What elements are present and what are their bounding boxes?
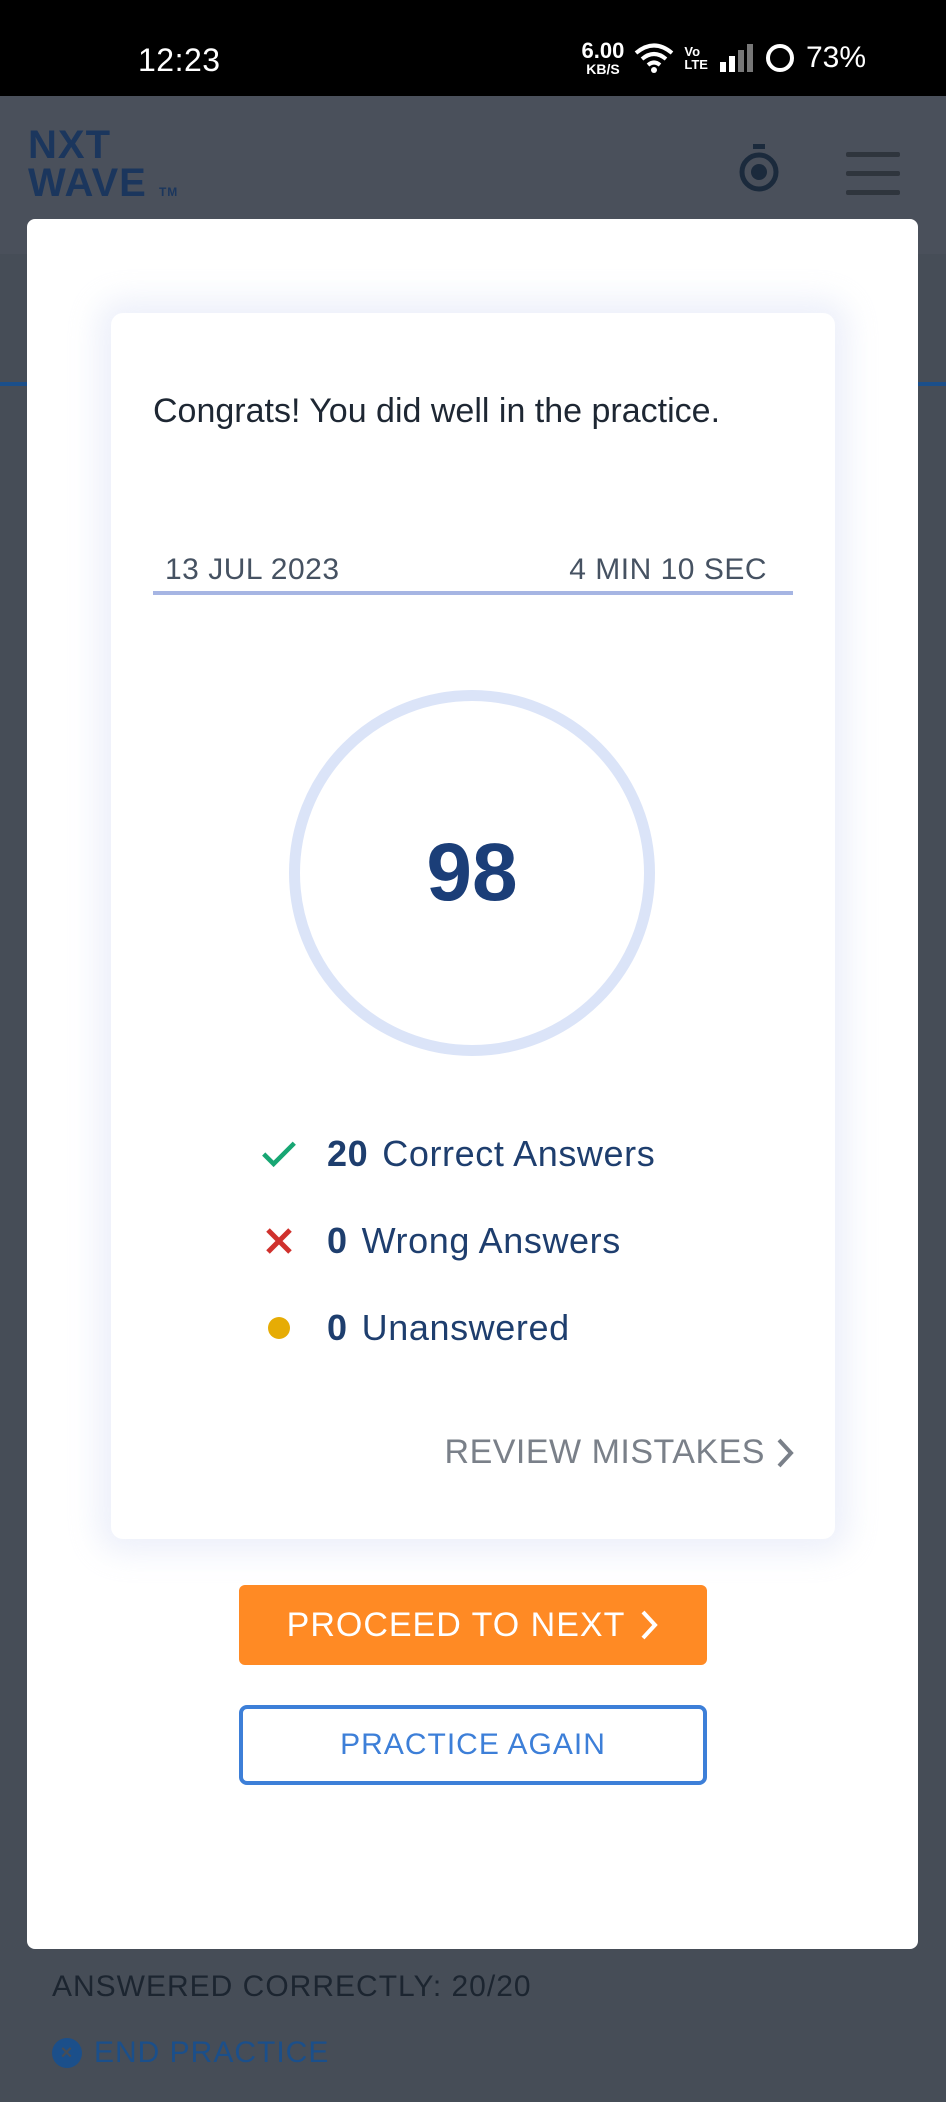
- stopwatch-icon[interactable]: [738, 144, 780, 192]
- practice-again-label: PRACTICE AGAIN: [340, 1728, 606, 1761]
- signal-icon: [719, 44, 753, 72]
- correct-count: 20: [327, 1133, 369, 1174]
- result-meta: 13 JUL 2023 4 MIN 10 SEC: [153, 553, 793, 595]
- review-mistakes-link[interactable]: REVIEW MISTAKES: [445, 1433, 795, 1472]
- end-practice-label: END PRACTICE: [94, 2036, 330, 2069]
- result-card: Congrats! You did well in the practice. …: [111, 313, 835, 1539]
- proceed-label: PROCEED TO NEXT: [286, 1605, 626, 1644]
- review-mistakes-label: REVIEW MISTAKES: [444, 1433, 765, 1471]
- practice-date: 13 JUL 2023: [165, 553, 340, 586]
- network-speed: 6.00 KB/S: [581, 38, 625, 77]
- score-ring: 98: [289, 690, 655, 1056]
- result-modal: Congrats! You did well in the practice. …: [27, 219, 918, 1949]
- correct-answers-stat: 20 Correct Answers: [261, 1133, 655, 1175]
- nxtwave-logo: NXT WAVE TM: [28, 123, 179, 205]
- battery-ring-icon: [765, 44, 794, 72]
- volte-indicator: Vo LTE: [684, 45, 708, 71]
- network-speed-value: 6.00: [581, 38, 625, 63]
- cross-icon: [261, 1223, 297, 1259]
- status-bar: 12:23 6.00 KB/S Vo LTE 73%: [0, 0, 946, 96]
- volte-bottom: LTE: [684, 57, 708, 72]
- correct-label: Correct Answers: [382, 1133, 656, 1174]
- wrong-count: 0: [327, 1220, 348, 1261]
- status-icons: 6.00 KB/S Vo LTE 73%: [581, 38, 866, 77]
- score-value: 98: [426, 827, 518, 918]
- status-time: 12:23: [138, 42, 221, 78]
- checkmark-icon: [261, 1136, 297, 1172]
- wrong-answers-stat: 0 Wrong Answers: [261, 1220, 621, 1262]
- chevron-right-icon: [777, 1438, 794, 1467]
- logo-line-1: NXT: [28, 123, 111, 167]
- wifi-icon: [635, 43, 674, 73]
- close-icon: ×: [52, 2038, 82, 2068]
- wrong-label: Wrong Answers: [361, 1220, 621, 1261]
- battery-percentage: 73%: [805, 41, 866, 74]
- logo-line-2: WAVE: [28, 161, 147, 205]
- congrats-message: Congrats! You did well in the practice.: [153, 392, 721, 430]
- hamburger-menu-icon[interactable]: [846, 152, 900, 209]
- chevron-right-icon: [641, 1610, 659, 1640]
- unanswered-count: 0: [327, 1307, 348, 1348]
- logo-tm: TM: [158, 185, 179, 199]
- dot-icon: [261, 1310, 297, 1346]
- practice-again-button[interactable]: PRACTICE AGAIN: [239, 1705, 707, 1785]
- practice-duration: 4 MIN 10 SEC: [569, 553, 767, 586]
- end-practice-button[interactable]: × END PRACTICE: [52, 2036, 329, 2070]
- unanswered-label: Unanswered: [361, 1307, 570, 1348]
- unanswered-stat: 0 Unanswered: [261, 1307, 570, 1349]
- answered-correctly-progress: ANSWERED CORRECTLY: 20/20: [52, 1970, 532, 2003]
- network-speed-unit: KB/S: [586, 61, 620, 77]
- proceed-to-next-button[interactable]: PROCEED TO NEXT: [239, 1585, 707, 1665]
